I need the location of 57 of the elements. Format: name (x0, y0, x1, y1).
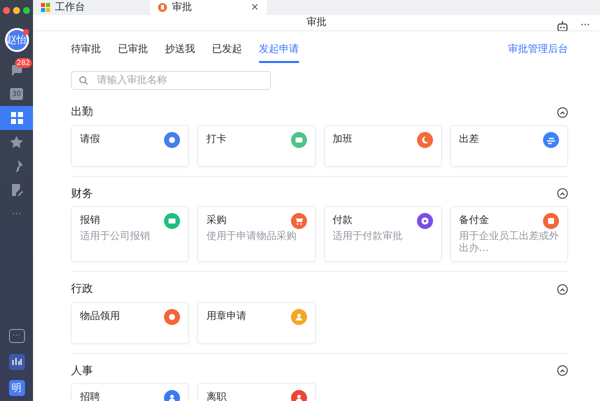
section-title: 出勤 (71, 104, 93, 120)
card-title: 物品领用 (80, 310, 120, 324)
approval-card[interactable]: 付款 适用于付款审批 (324, 206, 442, 262)
collapse-icon[interactable] (557, 365, 568, 376)
grid-icon[interactable] (10, 112, 22, 124)
card-description: 适用于付款审批 (332, 231, 404, 243)
window-tab[interactable]: 审批 × (150, 0, 267, 15)
approval-card[interactable]: 物品领用 (71, 302, 190, 344)
card-title: 请假 (80, 132, 100, 146)
collapse-icon[interactable] (557, 188, 568, 200)
window-tab[interactable]: 工作台 (33, 0, 150, 15)
chart-icon[interactable] (8, 354, 24, 370)
page-title: 审批 (306, 16, 326, 30)
section-title: 财务 (71, 186, 93, 202)
card-title: 备付金 (458, 214, 489, 228)
robot-icon[interactable] (557, 20, 568, 30)
card-title: 用章申请 (206, 310, 246, 324)
card-description: 适用于公司报销 (80, 231, 151, 243)
approval-card[interactable]: 打卡 (197, 124, 316, 166)
document-icon (158, 3, 167, 12)
user-avatar[interactable]: 赵怡 (4, 28, 28, 52)
approval-card[interactable]: 请假 (71, 124, 190, 166)
approval-card[interactable]: 出差 (450, 124, 568, 166)
approval-card[interactable]: 报销 适用于公司报销 (71, 206, 190, 262)
star-icon[interactable] (10, 136, 23, 148)
section-title: 行政 (71, 281, 93, 297)
tab-label: 审批 (172, 0, 192, 15)
card-title: 出差 (458, 132, 479, 146)
grid-icon (41, 3, 50, 12)
nav-tab[interactable]: 发起申请 (259, 36, 299, 63)
card-description: 用于企业员工出差或外出办… (458, 231, 559, 255)
card-title: 加班 (332, 132, 352, 146)
nav-tab[interactable]: 抄送我 (165, 36, 195, 63)
user-avatar[interactable]: 明 (8, 380, 24, 396)
form-icon[interactable] (10, 184, 22, 196)
nav-tab[interactable]: 已发起 (212, 36, 242, 63)
card-title: 报销 (80, 214, 100, 228)
admin-link[interactable]: 审批管理后台 (508, 42, 568, 57)
nav-tab[interactable]: 已审批 (118, 36, 148, 63)
nav-tab[interactable]: 待审批 (71, 36, 101, 63)
collapse-icon[interactable] (557, 106, 568, 118)
more-button[interactable]: ··· (8, 329, 24, 343)
card-title: 打卡 (206, 132, 226, 146)
section-title: 人事 (71, 362, 93, 378)
card-description: 使用于申请物品采购 (206, 231, 298, 243)
approval-card[interactable]: 加班 (324, 124, 442, 166)
card-title: 采购 (206, 214, 226, 228)
card-title: 付款 (332, 214, 352, 228)
more-button[interactable]: ··· (12, 206, 22, 222)
search-field[interactable]: 请输入审批名称 (71, 71, 271, 90)
close-button[interactable]: × (250, 0, 259, 15)
more-button[interactable]: ··· (580, 18, 590, 33)
tab-label: 工作台 (55, 0, 85, 15)
approval-card[interactable]: 用章申请 (197, 302, 316, 344)
collapse-icon[interactable] (557, 284, 568, 295)
approval-card[interactable]: 采购 使用于申请物品采购 (197, 206, 316, 262)
approval-card[interactable]: 备付金 用于企业员工出差或外出办… (450, 206, 568, 262)
